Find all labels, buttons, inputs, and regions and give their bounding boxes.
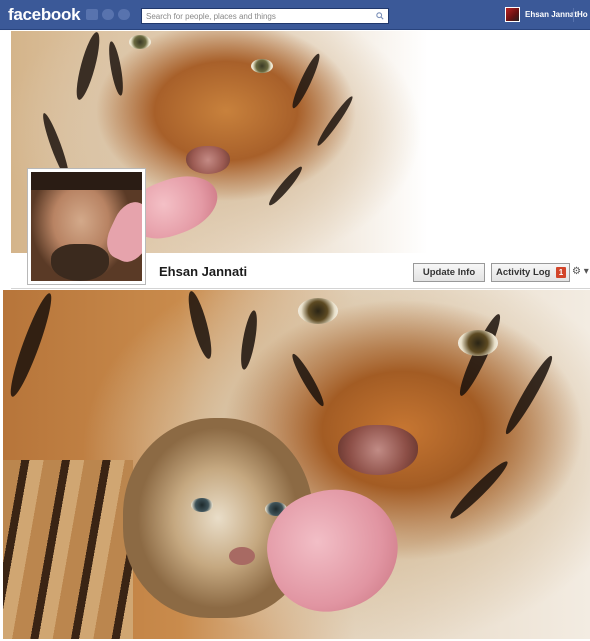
- home-link[interactable]: Ho: [577, 10, 588, 19]
- tiger-eye: [129, 35, 151, 49]
- tiger-stripe: [314, 94, 356, 148]
- tiger-stripe: [288, 51, 324, 111]
- facebook-logo[interactable]: facebook: [8, 5, 81, 25]
- cub-nose: [229, 547, 255, 565]
- update-info-button[interactable]: Update Info: [413, 263, 485, 282]
- tiger-eye: [298, 298, 338, 324]
- activity-log-button[interactable]: Activity Log 1: [491, 263, 570, 282]
- nav-divider: [573, 8, 574, 22]
- tiger-body: [3, 460, 133, 639]
- tiger-stripe: [265, 163, 306, 209]
- top-navigation-bar: facebook Search for people, places and t…: [0, 0, 590, 30]
- hair: [31, 172, 142, 190]
- tiger-eye: [458, 330, 498, 356]
- tiger-nose: [186, 146, 230, 174]
- tiger-photo: [3, 290, 590, 639]
- tiger-stripe: [4, 290, 58, 400]
- friend-requests-icon[interactable]: [86, 9, 98, 20]
- tiger-stripe: [72, 31, 104, 102]
- tiger-stripe: [288, 351, 328, 409]
- tiger-eye: [251, 59, 273, 73]
- messages-icon[interactable]: [102, 9, 114, 20]
- activity-log-label: Activity Log: [496, 267, 551, 278]
- cub-eye: [191, 498, 213, 512]
- activity-log-badge: 1: [556, 267, 566, 278]
- search-icon[interactable]: [376, 12, 384, 20]
- tiger-nose: [338, 425, 418, 475]
- profile-picture[interactable]: [27, 168, 146, 285]
- tiger-stripe: [446, 457, 512, 523]
- tiger-stripe: [237, 309, 261, 371]
- search-placeholder: Search for people, places and things: [146, 12, 276, 21]
- notifications-icon[interactable]: [118, 9, 130, 20]
- beard: [51, 244, 109, 281]
- profile-name[interactable]: Ehsan Jannati: [159, 264, 247, 279]
- tiger-stripe: [106, 40, 126, 97]
- user-avatar[interactable]: [505, 7, 520, 22]
- search-input[interactable]: Search for people, places and things: [141, 8, 389, 24]
- tiger-stripe: [501, 353, 557, 437]
- profile-picture-image: [31, 172, 142, 281]
- tiger-stripe: [184, 290, 216, 361]
- gear-icon[interactable]: ⚙ ▾: [572, 266, 589, 277]
- user-name-link[interactable]: Ehsan Jannati: [525, 10, 579, 19]
